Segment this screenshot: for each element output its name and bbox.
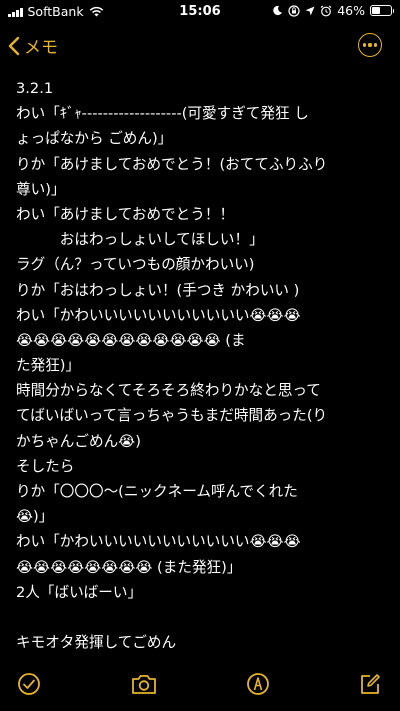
checklist-button[interactable] [14, 669, 44, 699]
note-line: わい「かわいいいいいいいいいいい😭😭😭 [16, 533, 301, 551]
note-line: わい「ｷﾞｬ-------------------(可愛すぎて発狂 し [16, 105, 309, 123]
note-line: 😭😭😭😭😭😭😭😭 (また発狂)」 [16, 558, 242, 576]
battery-percent: 46% [337, 3, 365, 18]
note-line: かちゃんごめん😭) [16, 432, 141, 450]
note-line: りか「おはわっしょい！(手つき かわいい ) [16, 281, 300, 299]
note-line: おはわっしょいしてほしい！」 [16, 231, 264, 249]
compose-icon [361, 674, 380, 694]
alarm-icon [320, 5, 332, 16]
camera-icon [132, 675, 156, 694]
do-not-disturb-icon [273, 5, 283, 16]
location-icon [305, 6, 315, 15]
more-icon [362, 43, 366, 47]
battery-fill [372, 7, 380, 14]
rotation-lock-icon [288, 4, 300, 17]
note-line: りか「〇〇〇〜(ニックネーム呼んでくれた [16, 483, 298, 500]
nav-bar: メモ [0, 30, 400, 64]
note-body[interactable]: 3.2.1 わい「ｷﾞｬ-------------------(可愛すぎて発狂 し… [16, 76, 394, 655]
camera-button[interactable] [129, 669, 159, 699]
note-line [16, 605, 394, 630]
note-line: そしたら [16, 457, 75, 475]
status-bar: SoftBank 15:06 46% [0, 0, 400, 24]
bottom-toolbar [0, 661, 400, 711]
note-line: ラグ（ん？っていつもの顔かわいい) [16, 256, 255, 274]
note-line: 😭)」 [16, 508, 54, 526]
note-line: ょっぱなから ごめん)」 [16, 130, 173, 148]
status-right: 46% [272, 3, 394, 18]
markup-button[interactable] [243, 669, 273, 699]
note-line: わい「あけましておめでとう！！ [16, 205, 235, 223]
markup-icon [247, 673, 269, 695]
note-line: わい「かわいいいいいいいいいいい😭😭😭 [16, 306, 301, 324]
compose-button[interactable] [355, 669, 385, 699]
back-button[interactable]: メモ [8, 33, 58, 58]
note-line: りか「あけましておめでとう！(おててふりふり [16, 155, 328, 173]
note-line: た発狂)」 [16, 357, 81, 375]
note-line: 時間分からなくてそろそろ終わりかなと思って [16, 382, 321, 400]
chevron-left-icon [8, 36, 20, 55]
note-line: キモオタ発揮してごめん [16, 634, 177, 652]
battery-icon [370, 5, 394, 16]
checklist-icon [18, 673, 40, 695]
note-line: てばいばいって言っちゃうもまだ時間あった(り [16, 407, 328, 425]
more-button[interactable] [358, 33, 382, 57]
back-button-label: メモ [24, 38, 58, 58]
note-line: 2人「ばいばーい」 [16, 583, 143, 601]
note-line: 3.2.1 [16, 80, 54, 97]
note-line: 尊い)」 [16, 180, 66, 198]
note-line: 😭😭😭😭😭😭😭😭😭😭😭😭 (ま [16, 331, 246, 349]
